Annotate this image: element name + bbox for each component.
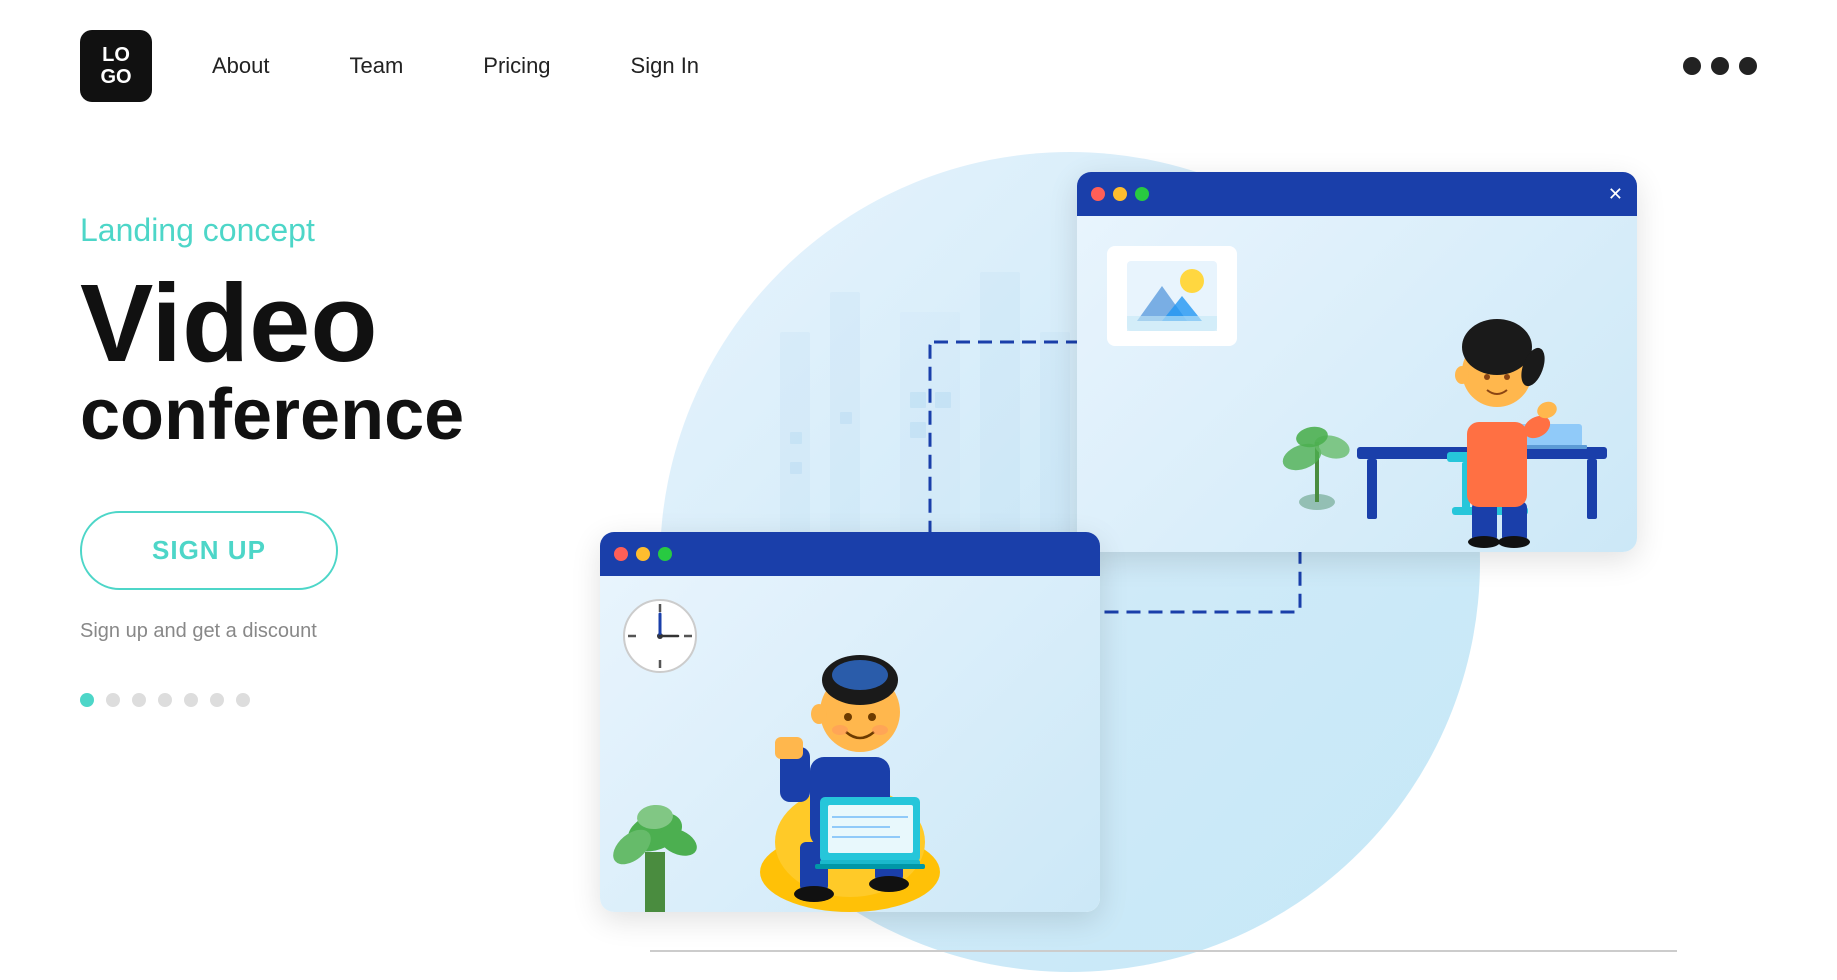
window2-maximize-dot: [658, 547, 672, 561]
browser-window-man: [600, 532, 1100, 912]
nav-signin[interactable]: Sign In: [631, 53, 700, 79]
dot-icon: [1683, 57, 1701, 75]
bottom-divider: [650, 950, 1677, 952]
slide-dot-4[interactable]: [158, 693, 172, 707]
dot-icon: [1711, 57, 1729, 75]
logo[interactable]: LO GO: [80, 30, 152, 102]
slide-indicators: [80, 693, 560, 707]
slide-dot-3[interactable]: [132, 693, 146, 707]
window-titlebar-1: ✕: [1077, 172, 1637, 216]
nav-team[interactable]: Team: [350, 53, 404, 79]
window-maximize-dot: [1135, 187, 1149, 201]
hero-title-line2: conference: [80, 379, 560, 451]
nav-about[interactable]: About: [212, 53, 270, 79]
signup-button[interactable]: SIGN UP: [80, 511, 338, 590]
three-dots-menu[interactable]: [1683, 57, 1757, 75]
mountain-image-icon: [1127, 261, 1217, 331]
plant-icon-left: [610, 772, 700, 912]
image-preview: [1107, 246, 1237, 346]
main-nav: About Team Pricing Sign In: [212, 53, 699, 79]
window-close-dot: [1091, 187, 1105, 201]
clock-icon: [620, 596, 700, 676]
slide-dot-1[interactable]: [80, 693, 94, 707]
main-content: Landing concept Video conference SIGN UP…: [0, 132, 1837, 980]
window-minimize-dot: [1113, 187, 1127, 201]
discount-text: Sign up and get a discount: [80, 620, 560, 643]
window-body-1: [1077, 216, 1637, 552]
hero-subtitle: Landing concept: [80, 212, 560, 249]
header: LO GO About Team Pricing Sign In: [0, 0, 1837, 132]
window-body-2: [600, 576, 1100, 912]
window2-close-dot: [614, 547, 628, 561]
slide-dot-6[interactable]: [210, 693, 224, 707]
slide-dot-7[interactable]: [236, 693, 250, 707]
window-titlebar-2: [600, 532, 1100, 576]
window2-minimize-dot: [636, 547, 650, 561]
hero-illustration: ✕: [600, 152, 1757, 972]
nav-pricing[interactable]: Pricing: [483, 53, 550, 79]
hero-title-line1: Video: [80, 269, 560, 379]
dot-icon: [1739, 57, 1757, 75]
woman-illustration: [1277, 262, 1627, 552]
slide-dot-5[interactable]: [184, 693, 198, 707]
man-illustration: [720, 602, 1000, 912]
window-close-icon[interactable]: ✕: [1608, 184, 1623, 205]
hero-left: Landing concept Video conference SIGN UP…: [80, 152, 560, 707]
slide-dot-2[interactable]: [106, 693, 120, 707]
browser-window-woman: ✕: [1077, 172, 1637, 552]
